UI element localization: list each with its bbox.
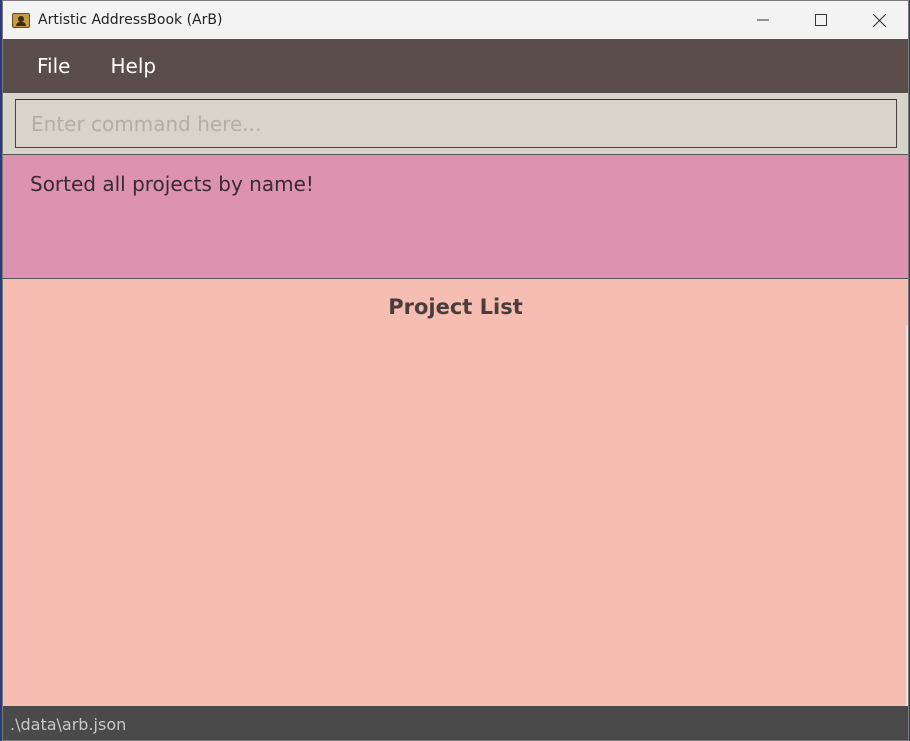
window-controls [734, 1, 908, 39]
command-input[interactable] [15, 99, 897, 148]
data-file-path: .\data\arb.json [10, 715, 127, 734]
maximize-icon [815, 14, 827, 26]
project-list-panel[interactable]: Project List [3, 279, 908, 706]
menu-file[interactable]: File [37, 50, 70, 82]
status-bar: .\data\arb.json [3, 706, 908, 740]
close-icon [872, 13, 886, 27]
scrollbar-track[interactable] [906, 325, 908, 706]
result-message: Sorted all projects by name! [30, 172, 314, 196]
app-window: Artistic AddressBook (ArB) File Help Ent… [2, 0, 909, 741]
minimize-icon [757, 19, 769, 21]
menu-help[interactable]: Help [110, 50, 156, 82]
window-title: Artistic AddressBook (ArB) [38, 12, 223, 28]
close-button[interactable] [850, 1, 908, 39]
menu-bar: File Help [3, 39, 908, 93]
minimize-button[interactable] [734, 1, 792, 39]
command-box [3, 93, 908, 155]
maximize-button[interactable] [792, 1, 850, 39]
title-bar[interactable]: Artistic AddressBook (ArB) [3, 1, 908, 39]
address-book-icon [12, 12, 30, 28]
result-display: Sorted all projects by name! [3, 155, 908, 279]
project-list-title: Project List [388, 295, 523, 319]
